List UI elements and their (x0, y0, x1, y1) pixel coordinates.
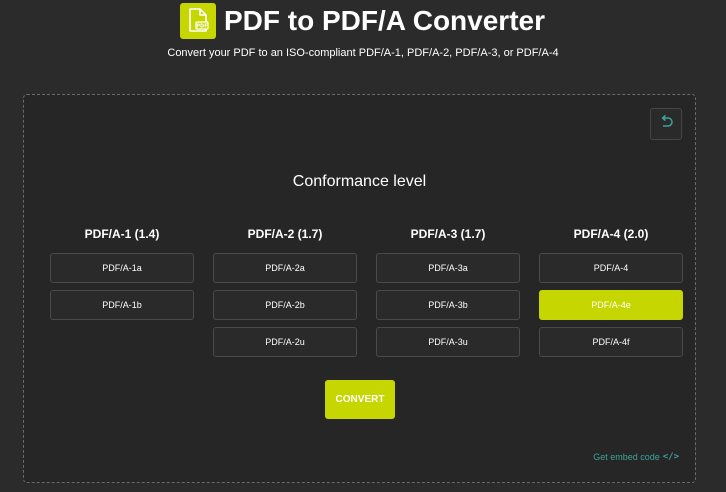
option-pdfa-4[interactable]: PDF/A-4 (539, 253, 683, 283)
option-pdfa-4e[interactable]: PDF/A-4e (539, 290, 683, 320)
column-pdfa-2: PDF/A-2 (1.7) PDF/A-2a PDF/A-2b PDF/A-2u (213, 226, 357, 364)
column-heading: PDF/A-1 (1.4) (84, 227, 160, 241)
embed-code-link[interactable]: Get embed code </> (593, 452, 679, 462)
converter-panel: Conformance level PDF/A-1 (1.4) PDF/A-1a… (23, 94, 696, 483)
page-title: PDF to PDF/A Converter (224, 5, 545, 36)
pdf-file-icon: PDF (180, 3, 216, 39)
option-pdfa-4f[interactable]: PDF/A-4f (539, 327, 683, 357)
option-pdfa-3u[interactable]: PDF/A-3u (376, 327, 520, 357)
option-pdfa-1b[interactable]: PDF/A-1b (50, 290, 194, 320)
column-heading: PDF/A-2 (1.7) (247, 227, 323, 241)
code-icon: </> (662, 452, 679, 462)
column-pdfa-4: PDF/A-4 (2.0) PDF/A-4 PDF/A-4e PDF/A-4f (539, 226, 683, 364)
page-subtitle: Convert your PDF to an ISO-compliant PDF… (167, 47, 559, 59)
option-pdfa-2b[interactable]: PDF/A-2b (213, 290, 357, 320)
option-pdfa-2u[interactable]: PDF/A-2u (213, 327, 357, 357)
option-pdfa-3a[interactable]: PDF/A-3a (376, 253, 520, 283)
option-pdfa-1a[interactable]: PDF/A-1a (50, 253, 194, 283)
embed-code-label: Get embed code (593, 452, 660, 462)
column-pdfa-3: PDF/A-3 (1.7) PDF/A-3a PDF/A-3b PDF/A-3u (376, 226, 520, 364)
svg-text:PDF: PDF (196, 24, 207, 30)
column-heading: PDF/A-3 (1.7) (410, 227, 486, 241)
column-heading: PDF/A-4 (2.0) (573, 227, 649, 241)
undo-icon (658, 114, 674, 135)
header: PDF PDF to PDF/A Converter (0, 3, 726, 43)
column-pdfa-1: PDF/A-1 (1.4) PDF/A-1a PDF/A-1b (50, 226, 194, 327)
option-pdfa-3b[interactable]: PDF/A-3b (376, 290, 520, 320)
conformance-heading: Conformance level (292, 173, 427, 190)
convert-button[interactable]: CONVERT (325, 380, 395, 419)
reset-button[interactable] (650, 108, 682, 140)
option-pdfa-2a[interactable]: PDF/A-2a (213, 253, 357, 283)
